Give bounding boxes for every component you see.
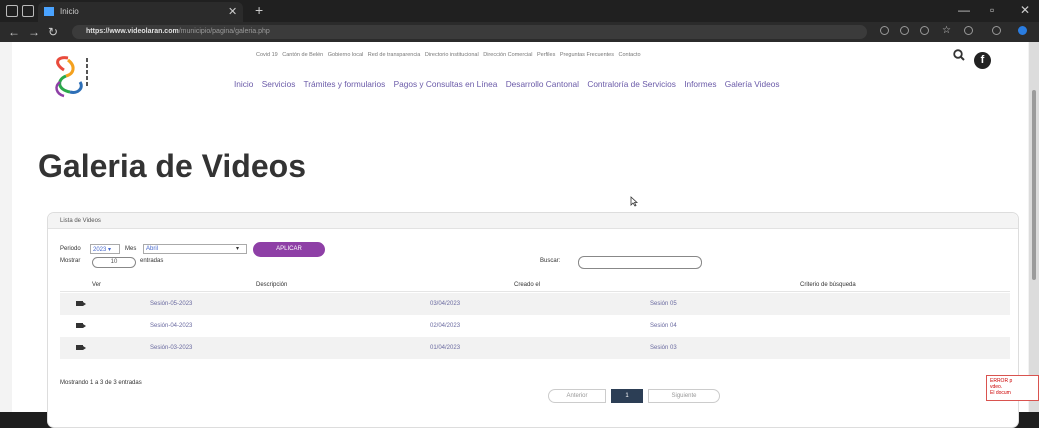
favorites-star-icon[interactable]: ☆ <box>942 25 951 36</box>
cell-descripcion: Sesión-03-2023 <box>150 345 193 351</box>
periodo-value: 2023 <box>93 247 107 253</box>
search-icon[interactable] <box>953 49 965 61</box>
nav-item-informes[interactable]: Informes <box>684 79 716 89</box>
pagination-next[interactable]: Siguiente <box>648 389 720 403</box>
buscar-label: Buscar: <box>540 258 561 264</box>
new-tab-button[interactable]: + <box>255 2 263 18</box>
nav-item-galeria-videos[interactable]: Galería Videos <box>725 79 780 89</box>
top-link[interactable]: Perfiles <box>537 52 555 58</box>
top-link[interactable]: Covid 19 <box>256 52 278 58</box>
top-link[interactable]: Directorio institucional <box>425 52 479 58</box>
video-camera-icon[interactable] <box>76 301 86 306</box>
top-link[interactable]: Gobierno local <box>328 52 363 58</box>
cell-descripcion: Sesión-04-2023 <box>150 323 193 329</box>
minimize-button[interactable]: — <box>958 3 970 17</box>
top-link[interactable]: Preguntas Frecuentes <box>560 52 614 58</box>
mouse-cursor-icon <box>630 196 638 207</box>
read-aloud-icon[interactable] <box>880 26 889 35</box>
table-row: Sesión-03-2023 01/04/2023 Sesión 03 <box>60 337 1010 359</box>
address-bar-row: ← → ↻ https://www.videolaran.com/municip… <box>0 22 1039 42</box>
column-header-descripcion[interactable]: Descripción <box>256 282 287 288</box>
mes-label: Mes <box>125 246 137 252</box>
table-row: Sesión-05-2023 03/04/2023 Sesión 05 <box>60 293 1010 315</box>
search-input[interactable] <box>578 256 702 269</box>
cell-descripcion: Sesión-05-2023 <box>150 301 193 307</box>
collections-icon[interactable] <box>964 26 973 35</box>
page-size-select[interactable]: 10 <box>92 257 136 268</box>
workspaces-icon[interactable] <box>6 5 18 17</box>
pagination-previous[interactable]: Anterior <box>548 389 606 403</box>
zoom-icon[interactable] <box>900 26 909 35</box>
nav-item-tramites[interactable]: Trámites y formularios <box>304 79 386 89</box>
cell-criterio: Sesión 05 <box>650 301 677 307</box>
nav-item-contraloria[interactable]: Contraloría de Servicios <box>587 79 676 89</box>
cell-creado: 03/04/2023 <box>430 301 461 307</box>
top-link[interactable]: Cantón de Belén <box>282 52 323 58</box>
column-header-criterio[interactable]: Criterio de búsqueda <box>800 282 856 288</box>
page-title: Galeria de Videos <box>38 148 306 184</box>
mes-value: Abril <box>146 246 159 252</box>
cell-criterio: Sesión 04 <box>650 323 677 329</box>
facebook-icon[interactable]: f <box>974 52 991 69</box>
nav-item-inicio[interactable]: Inicio <box>234 79 253 89</box>
video-camera-icon[interactable] <box>76 323 86 328</box>
entradas-label: entradas <box>140 258 164 264</box>
mostrar-label: Mostrar <box>60 258 81 264</box>
tab-actions-icon[interactable] <box>22 5 34 17</box>
reload-icon[interactable]: ↻ <box>48 25 58 39</box>
top-link[interactable]: Dirección Comercial <box>483 52 532 58</box>
top-links: Covid 19 Cantón de Belén Gobierno local … <box>256 52 644 58</box>
web-page: Covid 19 Cantón de Belén Gobierno local … <box>12 42 1028 428</box>
mes-select[interactable]: Abril <box>143 244 247 254</box>
panel-header: Lista de Videos <box>48 213 1018 229</box>
profile-icon[interactable] <box>992 26 1001 35</box>
tab-title: Inicio <box>60 7 79 16</box>
maximize-button[interactable]: ▫ <box>990 3 994 17</box>
pagination-current-page[interactable]: 1 <box>611 389 643 403</box>
municipality-logo[interactable] <box>46 52 110 100</box>
forward-icon[interactable]: → <box>28 25 40 39</box>
browser-tab[interactable]: Inicio ✕ <box>38 2 243 22</box>
main-nav: Inicio Servicios Trámites y formularios … <box>234 79 786 89</box>
cell-creado: 02/04/2023 <box>430 323 461 329</box>
periodo-label: Periodo <box>60 246 81 252</box>
url-path: /municipio/pagina/galeria.php <box>178 28 270 35</box>
chevron-down-icon: ▾ <box>236 246 240 252</box>
periodo-select[interactable]: 2023 ▾ <box>90 244 120 254</box>
browser-window: Inicio ✕ + — ▫ ✕ ← → ↻ https://www.video… <box>0 0 1039 428</box>
close-tab-icon[interactable]: ✕ <box>228 5 237 18</box>
header-divider <box>60 291 1010 292</box>
edge-copilot-icon[interactable] <box>1018 26 1027 35</box>
extensions-icon[interactable] <box>920 26 929 35</box>
cell-creado: 01/04/2023 <box>430 345 461 351</box>
apply-button[interactable]: APLICAR <box>253 242 325 257</box>
nav-item-servicios[interactable]: Servicios <box>262 79 296 89</box>
url-field[interactable]: https://www.videolaran.com/municipio/pag… <box>72 25 867 39</box>
url-host: https://www.videolaran.com <box>86 28 179 35</box>
cell-criterio: Sesión 03 <box>650 345 677 351</box>
title-bar: Inicio ✕ + — ▫ ✕ <box>0 0 1039 22</box>
error-popup[interactable]: ERROR p vdeo. El docum <box>986 375 1039 401</box>
table-info: Mostrando 1 a 3 de 3 entradas <box>60 380 142 386</box>
chevron-down-icon: ▾ <box>106 247 112 253</box>
favicon-icon <box>44 7 54 16</box>
scrollbar-thumb[interactable] <box>1032 90 1036 280</box>
back-icon[interactable]: ← <box>8 25 20 39</box>
error-line: El docum <box>990 390 1011 396</box>
column-header-ver[interactable]: Ver <box>92 282 101 288</box>
video-camera-icon[interactable] <box>76 345 86 350</box>
top-link[interactable]: Contacto <box>619 52 641 58</box>
close-window-button[interactable]: ✕ <box>1020 3 1030 17</box>
nav-item-pagos[interactable]: Pagos y Consultas en Línea <box>394 79 498 89</box>
top-link[interactable]: Red de transparencia <box>368 52 421 58</box>
column-header-creado[interactable]: Creado el <box>514 282 540 288</box>
video-list-panel: Lista de Videos Periodo 2023 ▾ Mes Abril… <box>47 212 1019 428</box>
table-row: Sesión-04-2023 02/04/2023 Sesión 04 <box>60 315 1010 337</box>
nav-item-desarrollo[interactable]: Desarrollo Cantonal <box>506 79 579 89</box>
